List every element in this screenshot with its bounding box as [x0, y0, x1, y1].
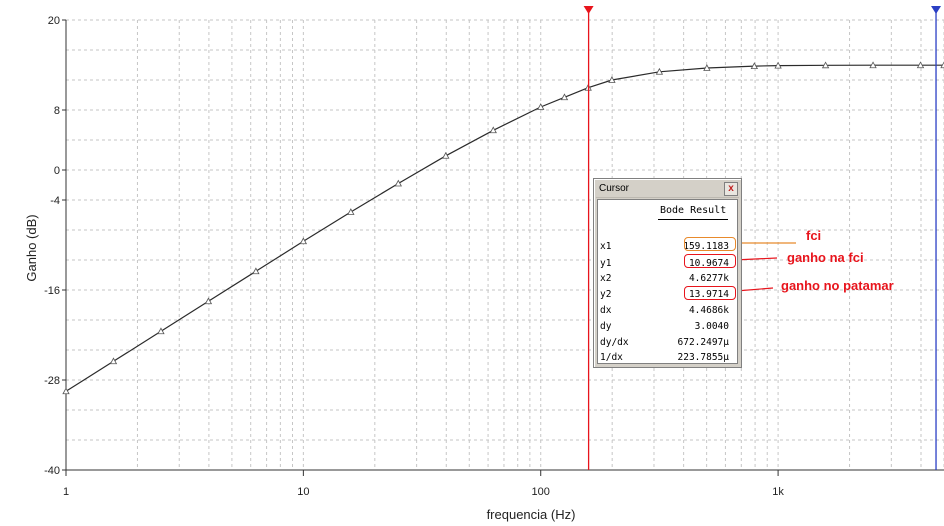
y-tick-label: 0	[54, 165, 60, 177]
x-tick-label: 1	[63, 486, 69, 498]
cursor-row-dy: dy 3.0040	[598, 321, 737, 336]
annotation-ganho-no-patamar: ganho no patamar	[781, 278, 894, 293]
cursor-row-value: 3.0040	[694, 321, 729, 332]
cursor-window-titlebar[interactable]: Cursor x	[596, 181, 739, 198]
cursor-table-header: Bode Result	[660, 205, 727, 216]
cursor-row-value: 223.7855µ	[677, 352, 729, 363]
y-tick-label: -4	[50, 195, 60, 207]
data-point-marker	[299, 237, 308, 245]
cursor-row-key: x2	[600, 273, 612, 284]
data-point-marker	[252, 267, 260, 275]
cursor-row-key: dy	[600, 321, 612, 332]
data-point-marker	[204, 297, 213, 305]
cursor-results-table: Bode Result x1 159.1183 y1 10.9674 x2 4.6277k…	[597, 199, 738, 364]
cursor-1-handle-icon[interactable]	[583, 6, 594, 14]
data-point-marker	[157, 327, 165, 335]
data-point-marker	[62, 387, 70, 395]
annotation-ganho-na-fci: ganho na fci	[787, 250, 864, 265]
data-point-marker	[489, 126, 497, 134]
grid	[65, 19, 944, 471]
data-point-marker	[109, 357, 118, 365]
close-icon[interactable]: x	[724, 182, 738, 196]
cursor-window-title: Cursor	[599, 183, 630, 194]
y-tick-label: 8	[54, 105, 60, 117]
cursor-row-key: dy/dx	[600, 337, 629, 348]
y-tick-label: -16	[44, 285, 60, 297]
x-tick-label: 1k	[772, 486, 784, 498]
data-point-marker	[394, 179, 402, 187]
cursor-row-key: y2	[600, 289, 612, 300]
plot-frame	[65, 20, 944, 476]
cursor-row-key: x1	[600, 241, 612, 252]
cursor-row-dx: dx 4.4686k	[598, 305, 737, 320]
cursor-row-value: 4.4686k	[688, 305, 729, 316]
cursor-row-key: dx	[600, 305, 612, 316]
highlight-x1-box	[684, 237, 736, 251]
x-axis-title: frequencia (Hz)	[487, 507, 576, 522]
highlight-y2-box	[684, 286, 736, 300]
annotation-fci: fci	[806, 228, 821, 243]
cursor-header-underline	[658, 219, 728, 220]
cursor-row-value: 672.2497µ	[677, 337, 729, 348]
y-tick-label: 20	[48, 15, 60, 27]
highlight-y1-box	[684, 254, 736, 268]
y-tick-label: -28	[44, 375, 60, 387]
cursor-row-key: y1	[600, 258, 612, 269]
cursor-2-handle-icon[interactable]	[931, 6, 942, 14]
data-point-marker	[442, 151, 450, 159]
y-tick-label: -40	[44, 465, 60, 477]
cursor-window[interactable]: Cursor x Bode Result x1 159.1183 y1 10.9674…	[593, 178, 742, 368]
y-axis-title: Ganho (dB)	[24, 214, 39, 281]
cursor-row-1-dx: 1/dx 223.7855µ	[598, 352, 737, 367]
bode-plot: 1 10 100 1k2080-4-16-28-40 frequencia (Hz) …	[24, 6, 944, 522]
data-point-marker	[347, 208, 355, 215]
cursor-row-key: 1/dx	[600, 352, 623, 363]
x-tick-label: 100	[532, 486, 550, 498]
cursor-row-value: 4.6277k	[688, 273, 729, 284]
x-tick-label: 10	[297, 486, 309, 498]
cursor-row-dy-dx: dy/dx 672.2497µ	[598, 337, 737, 352]
